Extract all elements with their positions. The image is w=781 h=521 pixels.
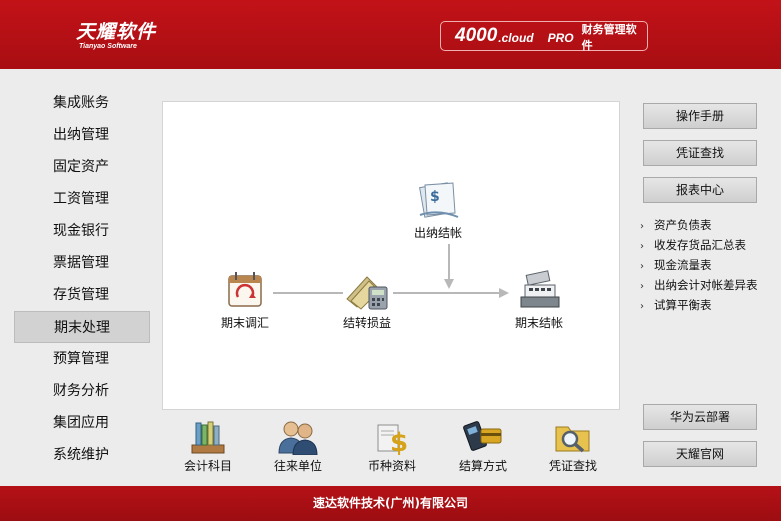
logo-english: Tianyao Software (79, 43, 137, 50)
cash-register-icon (514, 268, 564, 312)
report-link-reconciliation[interactable]: › 出纳会计对帐差异表 (640, 275, 780, 295)
chevron-right-icon: › (640, 241, 644, 252)
sidebar-item-period-end[interactable]: 期末处理 (14, 311, 150, 343)
sidebar-item-system[interactable]: 系统维护 (14, 439, 150, 471)
flow-label-period-adjust: 期末调汇 (220, 316, 269, 330)
bottom-toolbar: 会计科目 往来单位 $ 币种资料 结算方式 凭证查找 (162, 412, 620, 482)
ledger-books-icon (186, 418, 230, 456)
svg-text:$: $ (390, 428, 408, 455)
svg-text:$: $ (430, 189, 440, 205)
report-label: 试算平衡表 (654, 298, 712, 312)
report-link-balance-sheet[interactable]: › 资产负债表 (640, 215, 780, 235)
toolbar-item-voucher-search[interactable]: 凭证查找 (549, 418, 597, 474)
report-label: 资产负债表 (654, 218, 712, 232)
report-center-button[interactable]: 报表中心 (643, 177, 757, 203)
toolbar-item-settlement[interactable]: 结算方式 (459, 418, 507, 474)
logo-chinese: 天耀软件 (76, 21, 157, 43)
flow-label-transfer-pl: 结转损益 (342, 316, 391, 330)
report-list: › 资产负债表 › 收发存货品汇总表 › 现金流量表 › 出纳会计对帐差异表 › 试算平衡… (640, 215, 780, 315)
chevron-right-icon: › (640, 301, 644, 312)
money-calculator-icon (342, 268, 392, 312)
people-icon (276, 418, 320, 456)
report-label: 出纳会计对帐差异表 (654, 278, 758, 292)
flow-label-period-close: 期末结帐 (514, 316, 563, 330)
sidebar-item-inventory[interactable]: 存货管理 (14, 279, 150, 311)
sidebar-item-payroll[interactable]: 工资管理 (14, 183, 150, 215)
sidebar-item-integrated-accounts[interactable]: 集成账务 (14, 87, 150, 119)
folder-search-icon (551, 418, 595, 456)
chevron-right-icon: › (640, 221, 644, 232)
invoice-stack-icon: $ (413, 178, 463, 222)
flow-node-period-adjust[interactable]: 期末调汇 (220, 268, 270, 331)
sidebar-item-notes[interactable]: 票据管理 (14, 247, 150, 279)
sidebar-item-cashier[interactable]: 出纳管理 (14, 119, 150, 151)
toolbar-label-voucher-search: 凭证查找 (549, 459, 598, 473)
flow-arrows (273, 244, 509, 298)
sidebar-item-fixed-assets[interactable]: 固定资产 (14, 151, 150, 183)
sidebar-item-cash-bank[interactable]: 现金银行 (14, 215, 150, 247)
toolbar-item-partners[interactable]: 往来单位 (274, 418, 322, 474)
chevron-right-icon: › (640, 261, 644, 272)
report-link-inventory-summary[interactable]: › 收发存货品汇总表 (640, 235, 780, 255)
flow-panel: $ 出纳结帐 期末调汇 结转损益 期末结帐 (162, 101, 620, 410)
flow-node-transfer-pl[interactable]: 结转损益 (342, 268, 392, 331)
product-number: 4000 (455, 25, 498, 46)
pos-terminal-icon (461, 418, 505, 456)
official-site-button[interactable]: 天耀官网 (643, 441, 757, 467)
product-pro: PRO (547, 30, 574, 45)
calendar-icon (220, 268, 270, 312)
flow-label-cashier-close: 出纳结帐 (413, 226, 462, 240)
manual-button[interactable]: 操作手册 (643, 103, 757, 129)
product-badge: 4000 .cloud PRO 财务管理软件 (440, 21, 648, 52)
report-label: 现金流量表 (654, 258, 712, 272)
flow-node-cashier-close[interactable]: $ 出纳结帐 (413, 178, 463, 241)
sidebar-item-budget[interactable]: 预算管理 (14, 343, 150, 375)
huawei-cloud-button[interactable]: 华为云部署 (643, 404, 757, 430)
chevron-right-icon: › (640, 281, 644, 292)
flow-node-period-close[interactable]: 期末结帐 (514, 268, 564, 331)
brand-logo: 天耀软件 Tianyao Software (76, 17, 156, 50)
sidebar-item-financial-analysis[interactable]: 财务分析 (14, 375, 150, 407)
report-label: 收发存货品汇总表 (654, 238, 746, 252)
sidebar-item-group[interactable]: 集团应用 (14, 407, 150, 439)
product-subtitle: 财务管理软件 (581, 23, 637, 52)
app-header: 天耀软件 Tianyao Software 4000 .cloud PRO 财务… (0, 0, 781, 69)
report-link-trial-balance[interactable]: › 试算平衡表 (640, 295, 780, 315)
toolbar-label-partners: 往来单位 (274, 459, 323, 473)
toolbar-label-accounts: 会计科目 (184, 459, 233, 473)
toolbar-item-currency[interactable]: $ 币种资料 (368, 418, 416, 474)
footer-company: 速达软件技术(广州)有限公司 (0, 486, 781, 521)
module-sidebar: 集成账务 出纳管理 固定资产 工资管理 现金银行 票据管理 存货管理 期末处理 … (14, 87, 150, 471)
toolbar-label-settlement: 结算方式 (459, 459, 508, 473)
product-cloud: .cloud (498, 31, 534, 45)
voucher-search-button[interactable]: 凭证查找 (643, 140, 757, 166)
toolbar-label-currency: 币种资料 (368, 459, 417, 473)
currency-icon: $ (370, 418, 414, 456)
report-link-cash-flow[interactable]: › 现金流量表 (640, 255, 780, 275)
toolbar-item-accounts[interactable]: 会计科目 (184, 418, 232, 474)
